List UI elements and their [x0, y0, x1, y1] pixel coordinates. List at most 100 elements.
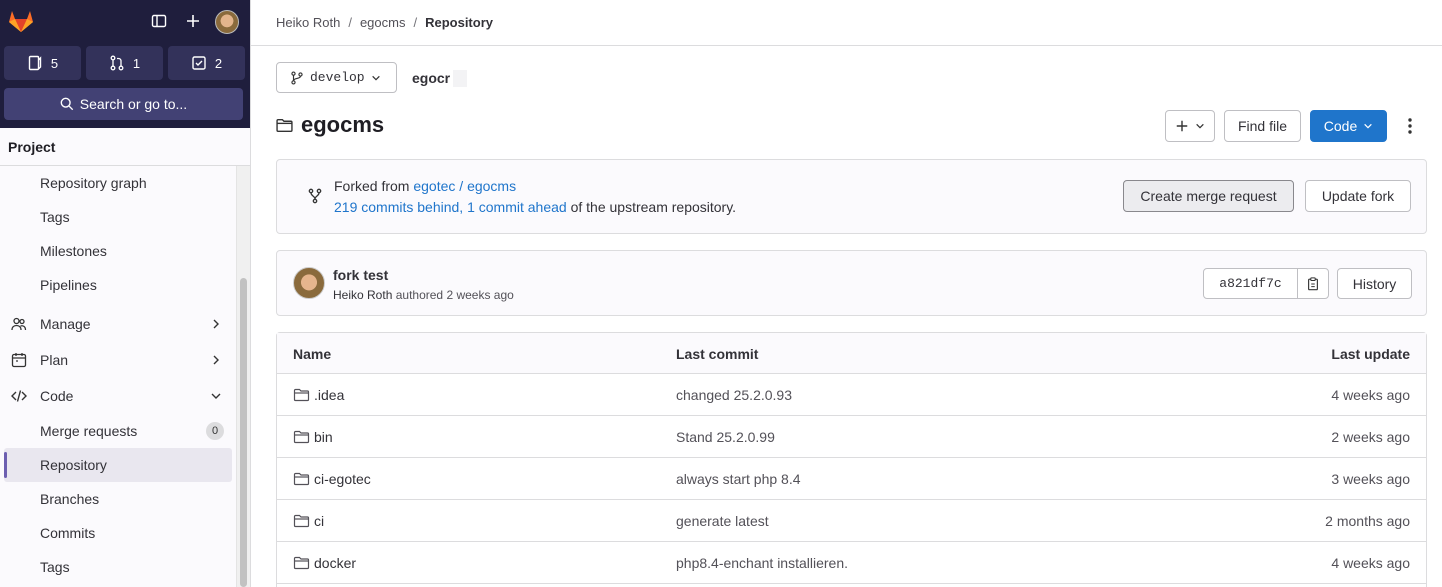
project-section-title[interactable]: Project [0, 128, 250, 166]
create-merge-request-button[interactable]: Create merge request [1123, 180, 1294, 212]
add-dropdown-button[interactable] [1165, 110, 1215, 142]
last-commit-cell[interactable]: php8.4-enchant installieren. [676, 555, 848, 571]
sidebar-group-label: Code [40, 388, 74, 404]
commit-author[interactable]: Heiko Roth [333, 288, 392, 302]
author-avatar[interactable] [293, 267, 325, 299]
commit-sha-group: a821df7c [1203, 268, 1329, 299]
table-row[interactable]: .idea changed 25.2.0.93 4 weeks ago [277, 374, 1426, 416]
update-fork-button[interactable]: Update fork [1305, 180, 1411, 212]
todos-counter-button[interactable]: 2 [168, 46, 245, 80]
plus-icon[interactable] [183, 11, 203, 31]
file-name-cell[interactable]: ci [293, 513, 324, 529]
chevron-down-icon [371, 75, 380, 81]
todos-count: 2 [214, 55, 223, 71]
branch-selector[interactable]: develop [276, 62, 397, 93]
path-input-cursor [453, 70, 467, 87]
commit-meta: Heiko Roth authored 2 weeks ago [333, 288, 514, 302]
file-name-cell[interactable]: docker [293, 555, 356, 571]
search-button[interactable]: Search or go to... [4, 88, 243, 120]
table-row[interactable]: ci-egotec always start php 8.4 3 weeks a… [277, 458, 1426, 500]
column-header-last-commit: Last commit [676, 346, 759, 362]
sidebar-item-repository[interactable]: Repository [4, 448, 232, 482]
breadcrumb-item-project[interactable]: egocms [360, 15, 406, 30]
sidebar-group-plan[interactable]: Plan [0, 342, 236, 378]
commits-behind-link[interactable]: 219 commits behind, [334, 199, 463, 215]
chevron-right-icon [213, 355, 219, 365]
file-name-cell[interactable]: bin [293, 429, 333, 445]
column-header-name: Name [293, 346, 332, 362]
counter-bar: 5 1 2 [4, 46, 245, 80]
last-commit-cell[interactable]: changed 25.2.0.93 [676, 387, 792, 403]
main-content: Heiko Roth / egocms / Repository develop… [251, 0, 1442, 587]
users-icon [11, 317, 27, 331]
file-table: Name Last commit Last update .idea chang… [276, 332, 1427, 587]
sidebar-group-code[interactable]: Code [0, 378, 236, 414]
merge-request-icon [110, 55, 124, 71]
file-name-cell[interactable]: ci-egotec [293, 471, 371, 487]
breadcrumb: Heiko Roth / egocms / Repository [251, 0, 1442, 46]
commits-ahead-link[interactable]: 1 commit ahead [467, 199, 567, 215]
issues-counter-button[interactable]: 5 [4, 46, 81, 80]
count-badge: 0 [206, 422, 224, 440]
commit-sha[interactable]: a821df7c [1204, 269, 1298, 298]
sidebar-group-manage[interactable]: Manage [0, 306, 236, 342]
table-row[interactable]: bin Stand 25.2.0.99 2 weeks ago [277, 416, 1426, 458]
last-update-cell: 3 weeks ago [1331, 471, 1410, 487]
folder-icon [276, 118, 293, 132]
sidebar-scrollbar[interactable] [236, 166, 250, 587]
user-avatar[interactable] [215, 10, 239, 34]
chevron-down-icon [1364, 123, 1373, 129]
code-icon [11, 390, 27, 402]
sidebar-item-pipelines[interactable]: Pipelines [0, 268, 236, 302]
fork-prefix: Forked from [334, 178, 410, 194]
breadcrumb-item-user[interactable]: Heiko Roth [276, 15, 340, 30]
fork-source-link[interactable]: egotec / egocms [413, 178, 516, 194]
sidebar-item-branches[interactable]: Branches [0, 482, 236, 516]
gitlab-logo-icon[interactable] [8, 9, 34, 33]
find-file-button[interactable]: Find file [1224, 110, 1301, 142]
breadcrumb-separator: / [413, 15, 418, 30]
file-name: docker [314, 555, 357, 571]
folder-icon [293, 472, 310, 486]
last-commit-cell[interactable]: Stand 25.2.0.99 [676, 429, 775, 445]
table-row[interactable]: docker php8.4-enchant installieren. 4 we… [277, 542, 1426, 584]
more-actions-icon[interactable] [1402, 116, 1418, 136]
folder-icon [293, 556, 310, 570]
folder-icon [293, 430, 310, 444]
breadcrumb-current[interactable]: Repository [425, 15, 493, 30]
branch-name: develop [310, 70, 365, 85]
sidebar-toggle-icon[interactable] [149, 11, 169, 31]
history-button[interactable]: History [1337, 268, 1412, 299]
search-label: Search or go to... [79, 96, 188, 112]
sidebar-item-label: Branches [40, 491, 100, 507]
sidebar-item-label: Milestones [40, 243, 107, 259]
last-commit-cell[interactable]: generate latest [676, 513, 769, 529]
merge-requests-count: 1 [132, 55, 141, 71]
sidebar-item-repository-graph[interactable]: Repository graph [0, 166, 236, 200]
table-row[interactable]: ci generate latest 2 months ago [277, 500, 1426, 542]
sidebar-item-label: Repository [40, 457, 107, 473]
issues-count: 5 [50, 55, 59, 71]
last-commit-cell[interactable]: always start php 8.4 [676, 471, 801, 487]
sidebar-item-label: Tags [40, 209, 70, 225]
last-update-cell: 4 weeks ago [1331, 555, 1410, 571]
file-name: bin [314, 429, 333, 445]
sidebar-item-commits[interactable]: Commits [0, 516, 236, 550]
sidebar-item-tags[interactable]: Tags [0, 200, 236, 234]
sidebar-item-merge-requests[interactable]: Merge requests 0 [0, 414, 236, 448]
sidebar-item-tags-code[interactable]: Tags [0, 550, 236, 584]
folder-icon [293, 514, 310, 528]
sidebar-item-label: Repository graph [40, 175, 147, 191]
copy-sha-button[interactable] [1298, 269, 1328, 298]
merge-requests-counter-button[interactable]: 1 [86, 46, 163, 80]
scrollbar-thumb[interactable] [240, 278, 247, 587]
commit-time: 2 weeks ago [446, 288, 514, 302]
file-name: ci-egotec [314, 471, 371, 487]
sidebar-item-milestones[interactable]: Milestones [0, 234, 236, 268]
todo-icon [192, 56, 206, 70]
issues-icon [28, 55, 42, 71]
path-input[interactable]: egocr [412, 70, 450, 86]
file-name-cell[interactable]: .idea [293, 387, 344, 403]
code-dropdown-button[interactable]: Code [1310, 110, 1387, 142]
commit-title[interactable]: fork test [333, 267, 388, 283]
